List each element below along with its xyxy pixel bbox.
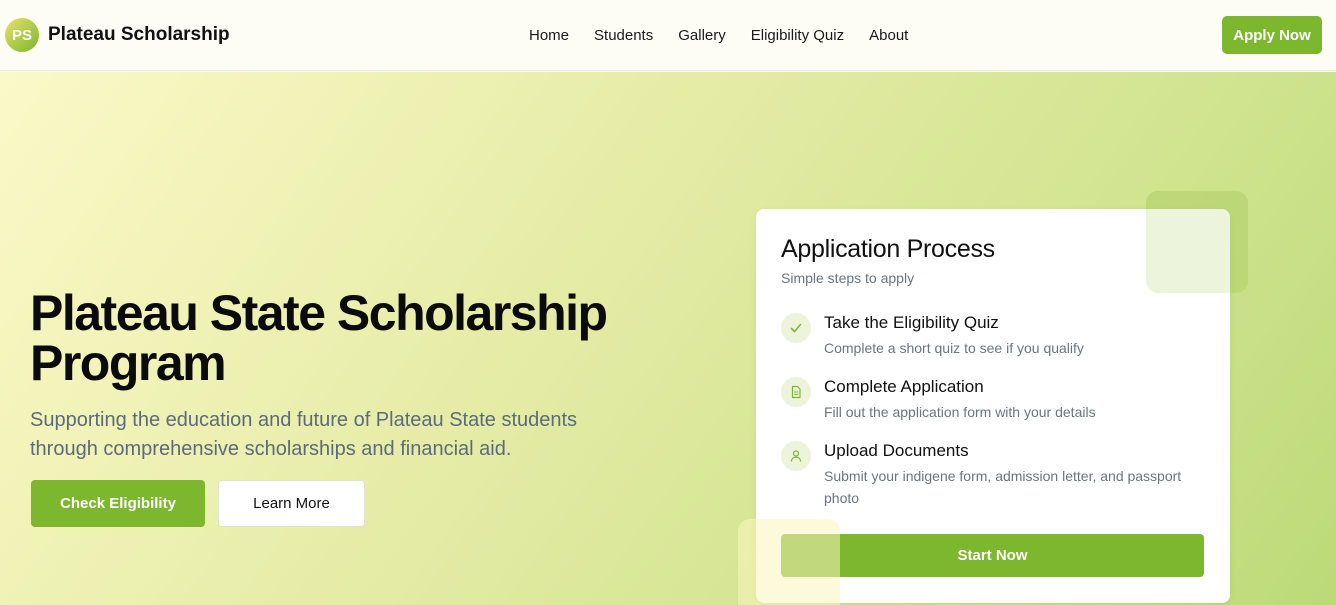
apply-now-button[interactable]: Apply Now [1222,16,1322,54]
nav-home[interactable]: Home [529,27,569,44]
step-title: Complete Application [824,377,984,396]
main-nav: Home Students Gallery Eligibility Quiz A… [529,27,908,44]
start-now-button[interactable]: Start Now [781,534,1204,577]
site-header: PS Plateau Scholarship Home Students Gal… [0,0,1336,71]
nav-about[interactable]: About [869,27,908,44]
document-icon [781,377,811,407]
hero-subtitle: Supporting the education and future of P… [30,409,578,460]
step-description: Complete a short quiz to see if you qual… [824,340,1084,356]
logo-badge[interactable]: PS [5,18,39,52]
brand-name[interactable]: Plateau Scholarship [48,24,230,46]
nav-gallery[interactable]: Gallery [678,27,726,44]
nav-students[interactable]: Students [594,27,653,44]
card-title: Application Process [781,235,995,263]
check-eligibility-button[interactable]: Check Eligibility [31,480,205,527]
user-icon [781,441,811,471]
step-description: Submit your indigene form, admission let… [824,468,1182,506]
card-subtitle: Simple steps to apply [781,270,915,286]
check-icon [781,313,811,343]
learn-more-button[interactable]: Learn More [218,480,365,527]
nav-eligibility-quiz[interactable]: Eligibility Quiz [751,27,844,44]
step-description: Fill out the application form with your … [824,404,1096,420]
step-title: Upload Documents [824,441,969,460]
hero-section: Plateau State Scholarship Program Suppor… [0,72,1336,605]
hero-title: Plateau State Scholarship Program [30,285,608,391]
application-process-card: Application Process Simple steps to appl… [756,209,1230,603]
step-title: Take the Eligibility Quiz [824,313,999,332]
